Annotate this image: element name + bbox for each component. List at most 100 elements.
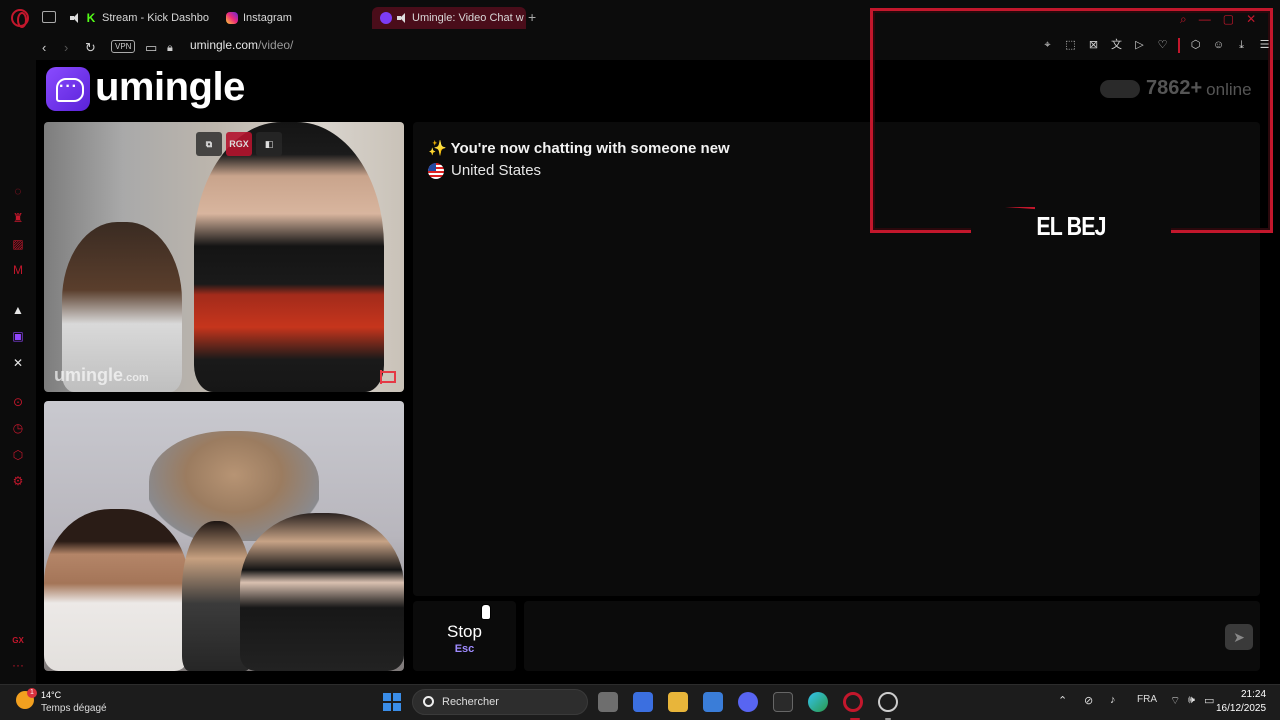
self-person-left — [44, 509, 189, 671]
tab-manager-icon[interactable] — [42, 11, 56, 23]
self-video — [44, 401, 404, 671]
app-blue-icon[interactable] — [633, 692, 653, 712]
history-icon[interactable]: ◷ — [11, 421, 25, 435]
popout-icon[interactable]: ⧉ — [196, 132, 222, 156]
translate-icon[interactable]: 文 — [1109, 38, 1124, 53]
opera-gx-taskbar-icon[interactable] — [843, 692, 863, 712]
tab-label: Stream - Kick Dashbo — [102, 12, 209, 24]
vpn-badge[interactable]: VPN — [111, 40, 136, 53]
edge-icon[interactable] — [808, 692, 828, 712]
epic-games-icon[interactable] — [773, 692, 793, 712]
forward-icon[interactable]: › — [64, 40, 68, 56]
url-host: umingle.com — [190, 38, 259, 52]
send-icon[interactable]: ➤ — [1225, 624, 1253, 650]
stranger-person-right — [194, 122, 384, 392]
toolbar-separator — [1178, 38, 1180, 53]
us-flag-icon — [428, 162, 444, 179]
language-indicator[interactable]: FRA — [1137, 694, 1157, 705]
streamer-name-plate: EL BEJ — [971, 207, 1171, 247]
tab-label: Umingle: Video Chat w — [412, 12, 524, 24]
tab-umingle[interactable]: Umingle: Video Chat w — [372, 7, 526, 29]
stranger-video: ⧉ RGX ◧ umingle.com — [44, 122, 404, 392]
taskbar-search-label: Rechercher — [442, 696, 499, 708]
tray-network-off-icon[interactable]: ⊘ — [1084, 694, 1093, 707]
gx-label[interactable]: GX — [11, 634, 25, 648]
microphone-icon[interactable]: ♪ — [1110, 694, 1116, 706]
clock-time[interactable]: 21:24 — [1241, 689, 1266, 700]
adblock-icon[interactable]: ⊠ — [1086, 38, 1101, 53]
more-icon[interactable]: ··· — [11, 658, 25, 672]
umingle-logo-icon[interactable] — [46, 67, 90, 111]
volume-icon[interactable]: 🕪︎ — [1188, 694, 1195, 707]
settings-icon[interactable]: ⚙ — [11, 474, 25, 488]
instagram-icon — [226, 12, 238, 24]
clock-date[interactable]: 16/12/2025 — [1216, 703, 1266, 714]
new-tab-button[interactable]: + — [528, 9, 536, 25]
twitch-tracker-icon[interactable]: ▨ — [11, 237, 25, 251]
play-icon[interactable]: ▷ — [1132, 38, 1147, 53]
opera-gx-logo-icon[interactable] — [11, 9, 29, 28]
maximize-icon[interactable]: ▢ — [1223, 12, 1234, 27]
rgx-button[interactable]: RGX — [226, 132, 252, 156]
back-icon[interactable]: ‹ — [42, 40, 46, 56]
stop-shortcut: Esc — [454, 643, 475, 655]
tab-label: Instagram — [243, 12, 292, 24]
stop-button-label: Stop — [447, 622, 482, 641]
extensions-puzzle-icon[interactable]: ⬡ — [1188, 38, 1203, 53]
download-icon[interactable]: ⤓ — [1234, 38, 1249, 53]
x-twitter-icon[interactable]: ✕ — [11, 356, 25, 370]
menu-icon[interactable]: ☰ — [1257, 38, 1272, 53]
close-icon[interactable]: ✕ — [1246, 12, 1256, 27]
url-path: /video/ — [258, 38, 294, 52]
tray-expand-icon[interactable]: ⌃ — [1058, 694, 1067, 707]
windows-taskbar: 1 14°C Temps dégagé Rechercher ⌃ ⊘ ♪ FRA… — [0, 684, 1280, 720]
messenger-icon[interactable]: M — [11, 263, 25, 277]
url-field[interactable]: umingle.com/video/ — [190, 38, 293, 52]
snapshot-icon[interactable]: ⬚ — [1063, 38, 1078, 53]
speaker-icon — [70, 13, 80, 23]
heart-icon[interactable]: ♡ — [1155, 38, 1170, 53]
watermark-text: umingle — [54, 365, 124, 385]
gx-corner-icon[interactable]: ♜ — [11, 211, 25, 225]
tab-kick-dashboard[interactable]: K Stream - Kick Dashbo — [70, 7, 212, 29]
profile-icon[interactable]: ☺ — [1211, 38, 1226, 53]
tab-instagram[interactable]: Instagram — [226, 7, 356, 29]
site-logo-text[interactable]: umingle — [95, 65, 245, 110]
report-flag-icon[interactable] — [380, 370, 396, 384]
taskbar-search[interactable]: Rechercher — [412, 689, 588, 715]
gx-control-icon[interactable]: ◌ — [11, 184, 25, 198]
microsoft-store-icon[interactable] — [703, 692, 723, 712]
extensions-icon[interactable]: ⬡ — [11, 448, 25, 462]
browser-toolbar: ⌖ ⬚ ⊠ 文 ▷ ♡ ⬡ ☺ ⤓ ☰ — [1040, 38, 1272, 53]
twitch-icon[interactable]: ▣ — [11, 329, 25, 343]
partner-country-label: United States — [451, 162, 542, 179]
wifi-icon[interactable]: ⌔ — [1170, 694, 1180, 708]
kick-icon: K — [85, 11, 97, 25]
windows-start-icon[interactable] — [383, 693, 401, 711]
minimize-icon[interactable]: — — [1199, 12, 1211, 27]
reload-icon[interactable]: ↻ — [85, 40, 96, 56]
partner-country: United States — [428, 162, 541, 179]
split-view-icon[interactable]: ◧ — [256, 132, 282, 156]
weather-description[interactable]: Temps dégagé — [41, 703, 107, 714]
streamer-name: EL BEJ — [1036, 211, 1106, 241]
lock-icon[interactable]: 🔒︎ — [167, 40, 173, 56]
file-explorer-icon[interactable] — [668, 692, 688, 712]
task-view-icon[interactable] — [598, 692, 618, 712]
aria-icon[interactable]: ▲ — [11, 303, 25, 317]
player-icon[interactable]: ⊙ — [11, 395, 25, 409]
search-tabs-icon[interactable]: ⌕ — [1180, 12, 1187, 27]
camera-icon[interactable]: ▭ — [145, 40, 157, 56]
weather-temperature[interactable]: 14°C — [41, 690, 61, 700]
search-icon — [423, 696, 434, 707]
mouse-cursor-icon — [481, 604, 491, 620]
stop-button[interactable]: Stop Esc — [413, 601, 516, 671]
battery-icon[interactable]: ▭ — [1204, 694, 1214, 707]
window-controls: ⌕ — ▢ ✕ — [1180, 12, 1256, 27]
obs-icon[interactable] — [878, 692, 898, 712]
pin-icon[interactable]: ⌖ — [1040, 38, 1055, 53]
discord-icon[interactable] — [738, 692, 758, 712]
message-input[interactable] — [524, 601, 1260, 671]
speaker-icon — [397, 13, 407, 23]
chat-status-message: ✨ You're now chatting with someone new — [428, 140, 730, 157]
